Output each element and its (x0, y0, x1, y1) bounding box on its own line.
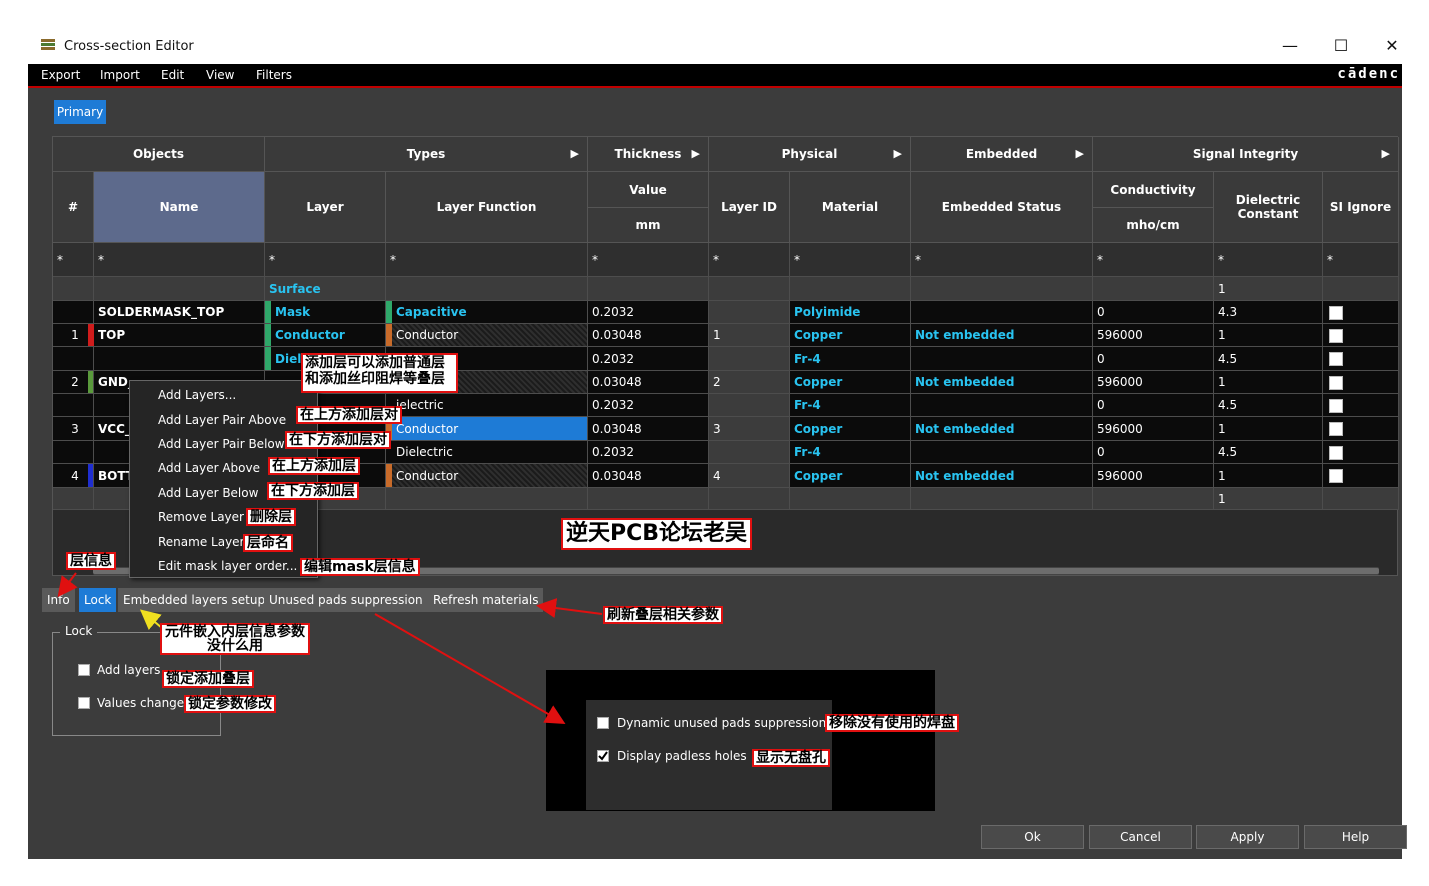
annotation-layer-above: 在上方添加层 (268, 457, 360, 475)
annotation-edit-mask: 编辑mask层信息 (300, 558, 420, 576)
annotation-add-layers: 添加层可以添加普通层 和添加丝印阻焊等叠层 (301, 353, 458, 393)
annotation-remove-layer: 删除层 (246, 508, 296, 526)
annotation-pair-above: 在上方添加层对 (296, 406, 402, 424)
annotation-refresh: 刷新叠层相关参数 (603, 606, 723, 624)
annotation-rename-layer: 层命名 (243, 534, 293, 552)
annotation-arrows (57, 572, 603, 725)
annotation-lock-values: 锁定参数修改 (184, 695, 276, 713)
arrow-unused-pads (374, 613, 566, 725)
arrow-refresh (536, 598, 603, 618)
annotation-embedded: 元件嵌入内层信息参数 没什么用 (160, 623, 310, 655)
watermark-text: 逆天PCB论坛老吴 (561, 518, 753, 550)
annotation-info: 层信息 (66, 552, 116, 570)
annotation-remove-unused: 移除没有使用的焊盘 (825, 714, 959, 732)
annotation-padless: 显示无盘孔 (752, 749, 830, 767)
annotation-lock-add: 锁定添加叠层 (162, 670, 254, 688)
arrow-info (57, 572, 78, 598)
annotation-layer-below: 在下方添加层 (267, 482, 359, 500)
annotation-pair-below: 在下方添加层对 (285, 431, 391, 449)
